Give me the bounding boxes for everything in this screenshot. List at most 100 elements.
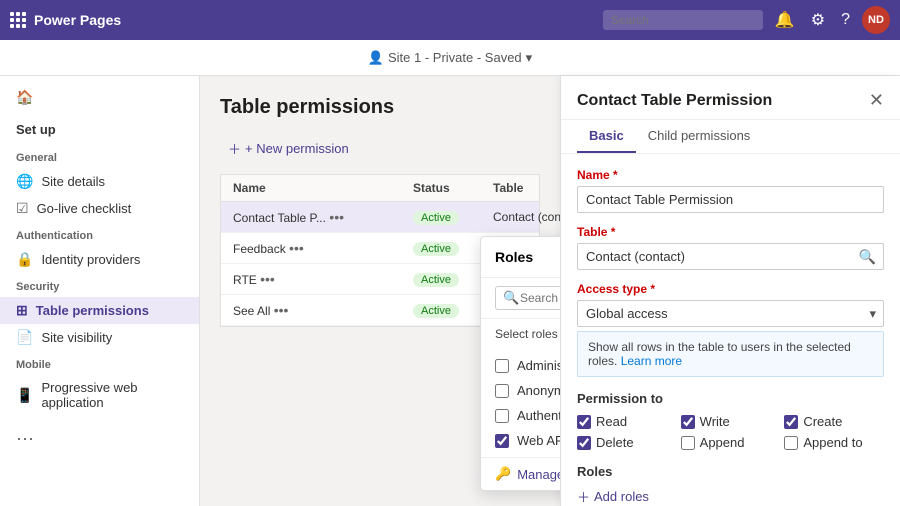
- sidebar-item-table-permissions[interactable]: ⊞ Table permissions: [0, 297, 199, 324]
- mobile-icon: 📱: [16, 387, 33, 404]
- tab-basic[interactable]: Basic: [577, 120, 636, 153]
- page-title: Table permissions: [220, 96, 540, 119]
- sidebar-general-title: General: [0, 144, 199, 168]
- perm-label: Create: [803, 414, 842, 429]
- topbar: Power Pages 🔔 ⚙ ? ND: [0, 0, 900, 40]
- panel-body: Name * Table * 🔍 Access type * Global ac…: [561, 154, 900, 506]
- anonymous-users-checkbox[interactable]: [495, 384, 509, 398]
- cell-name: Contact Table P... •••: [233, 209, 413, 225]
- roles-popup-title: Roles: [495, 249, 533, 265]
- sidebar-item-label: Table permissions: [36, 303, 149, 318]
- roles-popup: Roles ✕ 🔍 Select roles that apply to the…: [480, 236, 560, 491]
- site-bar: 👤 Site 1 - Private - Saved ▾: [0, 40, 900, 76]
- access-type-select[interactable]: Global access Contact access Account acc…: [577, 300, 884, 327]
- perm-label: Append to: [803, 435, 862, 450]
- roles-section-title: Roles: [577, 464, 884, 479]
- perm-read: Read: [577, 414, 677, 429]
- add-roles-button[interactable]: ＋ Add roles: [577, 485, 649, 506]
- table-input-wrap: 🔍: [577, 243, 884, 270]
- list-item: Administrators: [495, 353, 560, 378]
- table-input[interactable]: [577, 243, 884, 270]
- topbar-search-input[interactable]: [603, 10, 763, 30]
- manage-roles-button[interactable]: 🔑 Manage roles: [481, 457, 560, 490]
- settings-icon[interactable]: ⚙: [807, 6, 829, 34]
- sidebar-item-label: Identity providers: [41, 252, 140, 267]
- sidebar-item-label: Site details: [41, 174, 105, 189]
- sidebar-item-identity[interactable]: 🔒 Identity providers: [0, 246, 199, 273]
- web-api-user-checkbox[interactable]: [495, 434, 509, 448]
- cell-name: See All •••: [233, 302, 413, 318]
- table-header: Name Status Table Access Type Relatio...: [221, 175, 539, 202]
- perm-create: Create: [784, 414, 884, 429]
- visibility-icon: 📄: [16, 329, 33, 346]
- roles-popup-header: Roles ✕: [481, 237, 560, 278]
- app-logo: Power Pages: [34, 12, 121, 28]
- role-label: Authenticated Users: [517, 408, 560, 423]
- perm-label: Write: [700, 414, 730, 429]
- name-input[interactable]: [577, 186, 884, 213]
- roles-search-wrap: 🔍: [481, 278, 560, 319]
- roles-description: Select roles that apply to the table per…: [481, 319, 560, 349]
- add-roles-label: Add roles: [594, 489, 649, 504]
- tab-child-permissions[interactable]: Child permissions: [636, 120, 763, 153]
- write-checkbox[interactable]: [681, 415, 695, 429]
- notification-icon[interactable]: 🔔: [771, 6, 799, 34]
- panel-tabs: Basic Child permissions: [561, 120, 900, 154]
- sidebar-security-title: Security: [0, 273, 199, 297]
- sidebar-auth-title: Authentication: [0, 222, 199, 246]
- panel-close-button[interactable]: ✕: [869, 90, 884, 111]
- perm-append-to: Append to: [784, 435, 884, 450]
- read-checkbox[interactable]: [577, 415, 591, 429]
- append-to-checkbox[interactable]: [784, 436, 798, 450]
- sidebar-item-label: Site visibility: [41, 330, 112, 345]
- identity-icon: 🔒: [16, 251, 33, 268]
- sidebar-mobile-title: Mobile: [0, 351, 199, 375]
- permission-to-label: Permission to: [577, 391, 884, 406]
- waffle-icon[interactable]: [10, 12, 26, 28]
- site-chevron-icon[interactable]: ▾: [526, 50, 533, 66]
- create-checkbox[interactable]: [784, 415, 798, 429]
- sidebar-item-pwa[interactable]: 📱 Progressive web application: [0, 375, 199, 415]
- access-type-label: Access type *: [577, 282, 884, 296]
- roles-search-input[interactable]: [495, 286, 560, 310]
- right-panel: Contact Table Permission ✕ Basic Child p…: [560, 76, 900, 506]
- list-item: Anonymous Users: [495, 378, 560, 403]
- append-checkbox[interactable]: [681, 436, 695, 450]
- list-item: Authenticated Users: [495, 403, 560, 428]
- row-menu-icon[interactable]: •••: [289, 240, 304, 256]
- site-details-icon: 🌐: [16, 173, 33, 190]
- sidebar-item-setup[interactable]: 🏠: [0, 84, 199, 111]
- checklist-icon: ☑: [16, 200, 29, 217]
- info-box: Show all rows in the table to users in t…: [577, 331, 884, 377]
- avatar: ND: [862, 6, 890, 34]
- home-icon: 🏠: [16, 89, 33, 106]
- col-name: Name: [233, 181, 413, 195]
- administrators-checkbox[interactable]: [495, 359, 509, 373]
- main-layout: 🏠 Set up General 🌐 Site details ☑ Go-liv…: [0, 76, 900, 506]
- sidebar-item-site-details[interactable]: 🌐 Site details: [0, 168, 199, 195]
- permissions-grid: Read Write Create Delete Append: [577, 414, 884, 450]
- new-permission-button[interactable]: ＋ + New permission: [220, 135, 357, 162]
- search-icon: 🔍: [859, 248, 876, 265]
- authenticated-users-checkbox[interactable]: [495, 409, 509, 423]
- perm-label: Read: [596, 414, 627, 429]
- perm-append: Append: [681, 435, 781, 450]
- sidebar-item-site-visibility[interactable]: 📄 Site visibility: [0, 324, 199, 351]
- sidebar: 🏠 Set up General 🌐 Site details ☑ Go-liv…: [0, 76, 200, 506]
- sidebar-item-go-live[interactable]: ☑ Go-live checklist: [0, 195, 199, 222]
- role-label: Web API User: [517, 433, 560, 448]
- site-icon: 👤: [368, 50, 384, 66]
- row-menu-icon[interactable]: •••: [260, 271, 275, 287]
- delete-checkbox[interactable]: [577, 436, 591, 450]
- table-row[interactable]: Contact Table P... ••• Active Contact (c…: [221, 202, 539, 233]
- panel-header: Contact Table Permission ✕: [561, 76, 900, 120]
- sidebar-item-label: Progressive web application: [41, 380, 183, 410]
- name-field-label: Name *: [577, 168, 884, 182]
- row-menu-icon[interactable]: •••: [274, 302, 289, 318]
- cell-name: RTE •••: [233, 271, 413, 287]
- list-item: Web API User: [495, 428, 560, 453]
- more-icon[interactable]: ⋯: [16, 429, 34, 449]
- row-menu-icon[interactable]: •••: [329, 209, 344, 225]
- help-icon[interactable]: ?: [837, 7, 854, 33]
- learn-more-link[interactable]: Learn more: [621, 354, 682, 368]
